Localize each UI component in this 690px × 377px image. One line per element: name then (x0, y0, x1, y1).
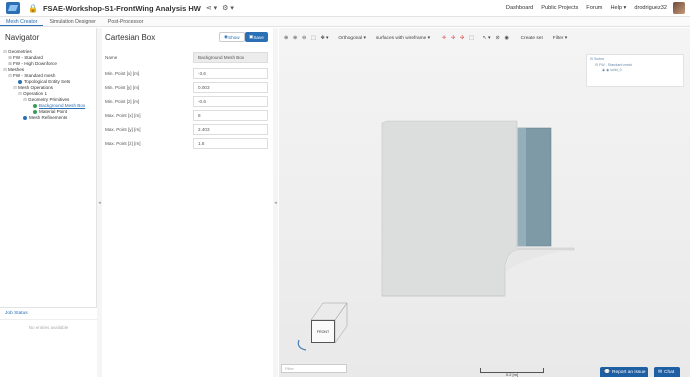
show-button[interactable]: ◉ Show (219, 32, 245, 42)
property-label: Min. Point [x] [m] (105, 71, 140, 76)
property-field: Min. Point [x] [m] -3.6 (105, 68, 268, 79)
property-label: Min. Point [y] [m] (105, 85, 140, 90)
navigator-title: Navigator (5, 33, 40, 42)
nav-help[interactable]: Help ▾ (610, 5, 626, 11)
save-button-label: Save (253, 34, 264, 40)
property-field: Name Background Mesh Box (105, 52, 268, 63)
property-field: Max. Point [z] [m] 1.8 (105, 138, 268, 149)
collapse-icon[interactable]: ⊟ (3, 67, 7, 73)
cube-front-face[interactable]: FRONT (311, 320, 335, 343)
point-input[interactable]: 2.403 (193, 124, 268, 135)
report-issue-label: Report an issue (611, 369, 646, 375)
top-bar: 🔒 FSAE-Workshop-S1-FrontWing Analysis HW… (0, 0, 690, 17)
point-input[interactable]: 1.8 (193, 138, 268, 149)
share-icon[interactable]: ⋖ ▾ (206, 4, 217, 12)
point-input[interactable]: 0.003 (193, 82, 268, 93)
property-field: Min. Point [z] [m] -0.6 (105, 96, 268, 107)
property-label: Max. Point [x] [m] (105, 113, 141, 118)
panel-collapse-handle[interactable]: ◂ (273, 28, 278, 377)
property-label: Name (105, 55, 118, 60)
point-input[interactable]: -0.6 (193, 96, 268, 107)
status-ok-icon (33, 104, 37, 108)
nav-username[interactable]: drodriguez32 (634, 5, 667, 11)
point-input[interactable]: 8 (193, 110, 268, 121)
simscale-logo-icon[interactable] (6, 2, 20, 14)
name-input[interactable]: Background Mesh Box (193, 52, 268, 63)
save-button[interactable]: ▣ Save (245, 32, 268, 42)
panel-title: Cartesian Box (105, 33, 156, 42)
chat-button[interactable]: ✉ Chat (654, 367, 680, 377)
collapse-icon[interactable]: ⊟ (3, 49, 7, 55)
chat-bubble-icon: 💬 (604, 369, 610, 375)
report-issue-button[interactable]: 💬 Report an issue (600, 367, 648, 377)
nav-dashboard[interactable]: Dashboard (506, 5, 533, 11)
chat-label: Chat (664, 369, 675, 375)
tab-bar: Mesh Creator Simulation Designer Post-Pr… (0, 17, 690, 27)
lock-icon: 🔒 (28, 3, 38, 13)
project-title: FSAE-Workshop-S1-FrontWing Analysis HW (42, 3, 201, 13)
chat-icon: ✉ (658, 369, 663, 375)
property-label: Min. Point [z] [m] (105, 99, 140, 104)
property-field: Max. Point [x] [m] 8 (105, 110, 268, 121)
gear-icon[interactable]: ⚙ ▾ (222, 4, 234, 12)
property-label: Max. Point [y] [m] (105, 127, 141, 132)
job-status-title[interactable]: Job Status (0, 308, 97, 320)
collapse-icon[interactable]: ⊟ (13, 85, 17, 91)
job-status-panel: Job Status No entries available (0, 307, 97, 377)
property-label: Max. Point [z] [m] (105, 141, 141, 146)
job-status-empty: No entries available (28, 325, 69, 330)
top-nav: Dashboard Public Projects Forum Help ▾ d… (506, 2, 690, 14)
orientation-cube[interactable]: FRONT (294, 300, 352, 352)
tab-mesh-creator[interactable]: Mesh Creator (0, 17, 44, 26)
scale-label: 0.2 [m] (505, 372, 519, 377)
navigator-panel: Navigator ⊟ Geometries ⊞ FW - Standard ⊞ FW -… (0, 28, 97, 377)
item-bullet-icon (23, 116, 27, 120)
tab-post-processor[interactable]: Post-Processor (102, 17, 149, 26)
cylinder-highlight (518, 128, 526, 246)
property-panel: Cartesian Box ◉ Show ▣ Save Name Backgrou… (102, 28, 273, 377)
avatar[interactable] (673, 2, 685, 14)
collapse-icon[interactable]: ⊟ (23, 97, 27, 103)
point-input[interactable]: -3.6 (193, 68, 268, 79)
tab-simulation-designer[interactable]: Simulation Designer (43, 17, 101, 26)
3d-viewport[interactable]: ⊕ ⊕ ⊖ ⬚ ✥ ▾ Orthogonal ▾ surfaces with w… (279, 28, 690, 377)
tree-node[interactable]: Mesh Refinements (0, 115, 96, 121)
wing-flap-shape (505, 250, 569, 273)
nav-public-projects[interactable]: Public Projects (541, 5, 578, 11)
collapse-icon[interactable]: ⊟ (18, 91, 22, 97)
status-ok-icon (33, 110, 37, 114)
show-button-label: Show (228, 34, 240, 40)
property-field: Max. Point [y] [m] 2.403 (105, 124, 268, 135)
navigator-tree: ⊟ Geometries ⊞ FW - Standard ⊞ FW - High Down… (0, 49, 96, 121)
tree-node-label: Mesh Refinements (29, 115, 68, 120)
property-field: Min. Point [y] [m] 0.003 (105, 82, 268, 93)
nav-forum[interactable]: Forum (586, 5, 602, 11)
collapse-icon[interactable]: ⊟ (8, 73, 12, 79)
item-bullet-icon (18, 80, 22, 84)
viewport-filter-input[interactable]: Filter (281, 364, 347, 373)
